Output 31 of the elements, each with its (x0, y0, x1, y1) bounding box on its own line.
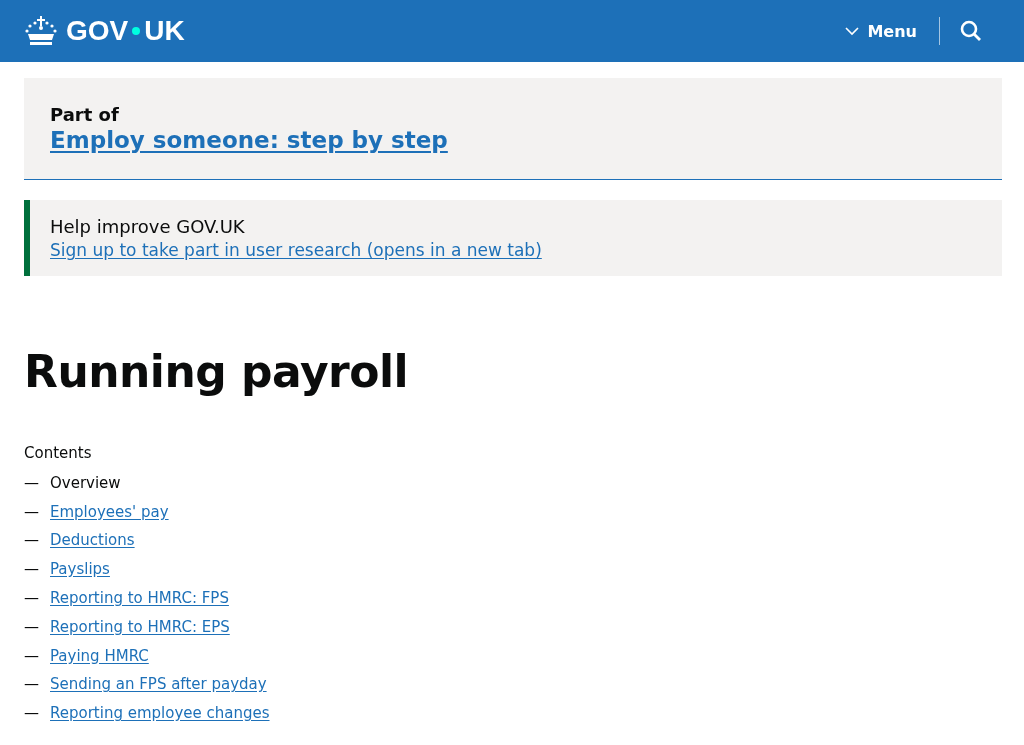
contents-link[interactable]: Paying HMRC (50, 646, 149, 665)
dash-marker: — (24, 646, 40, 665)
contents-link[interactable]: Reporting to HMRC: EPS (50, 617, 230, 636)
research-link[interactable]: Sign up to take part in user research (opens in a new tab) (50, 240, 542, 260)
dash-marker: — (24, 502, 40, 521)
step-by-step-link[interactable]: Employ someone: step by step (50, 127, 448, 153)
contents-link[interactable]: Overview (50, 473, 121, 492)
part-of-label: Part of (50, 104, 120, 125)
menu-button[interactable]: Menu (845, 21, 917, 41)
contents-link[interactable]: Employees' pay (50, 502, 169, 521)
contents-link[interactable]: Deductions (50, 531, 135, 550)
logo-dot-icon (132, 27, 141, 35)
page-title: Running payroll (24, 348, 410, 397)
contents-heading: Contents (24, 444, 93, 463)
banner-title: Help improve GOV.UK (50, 216, 246, 237)
dash-marker: — (24, 531, 40, 550)
contents-link[interactable]: Payslips (50, 560, 110, 579)
crown-logo-icon (24, 16, 58, 46)
dash-marker: — (24, 473, 40, 492)
dash-marker: — (24, 704, 40, 723)
contents-link[interactable]: Sending an FPS after payday (50, 675, 267, 694)
logo-text[interactable]: GOV (66, 15, 129, 47)
logo-text[interactable]: UK (144, 15, 185, 47)
dash-marker: — (24, 675, 40, 694)
dash-marker: — (24, 560, 40, 579)
contents-link[interactable]: Reporting to HMRC: FPS (50, 588, 229, 607)
search-button[interactable] (960, 20, 982, 42)
chevron-icon (845, 26, 860, 36)
contents-link[interactable]: Reporting employee changes (50, 704, 270, 723)
dash-marker: — (24, 617, 40, 636)
dash-marker: — (24, 588, 40, 607)
